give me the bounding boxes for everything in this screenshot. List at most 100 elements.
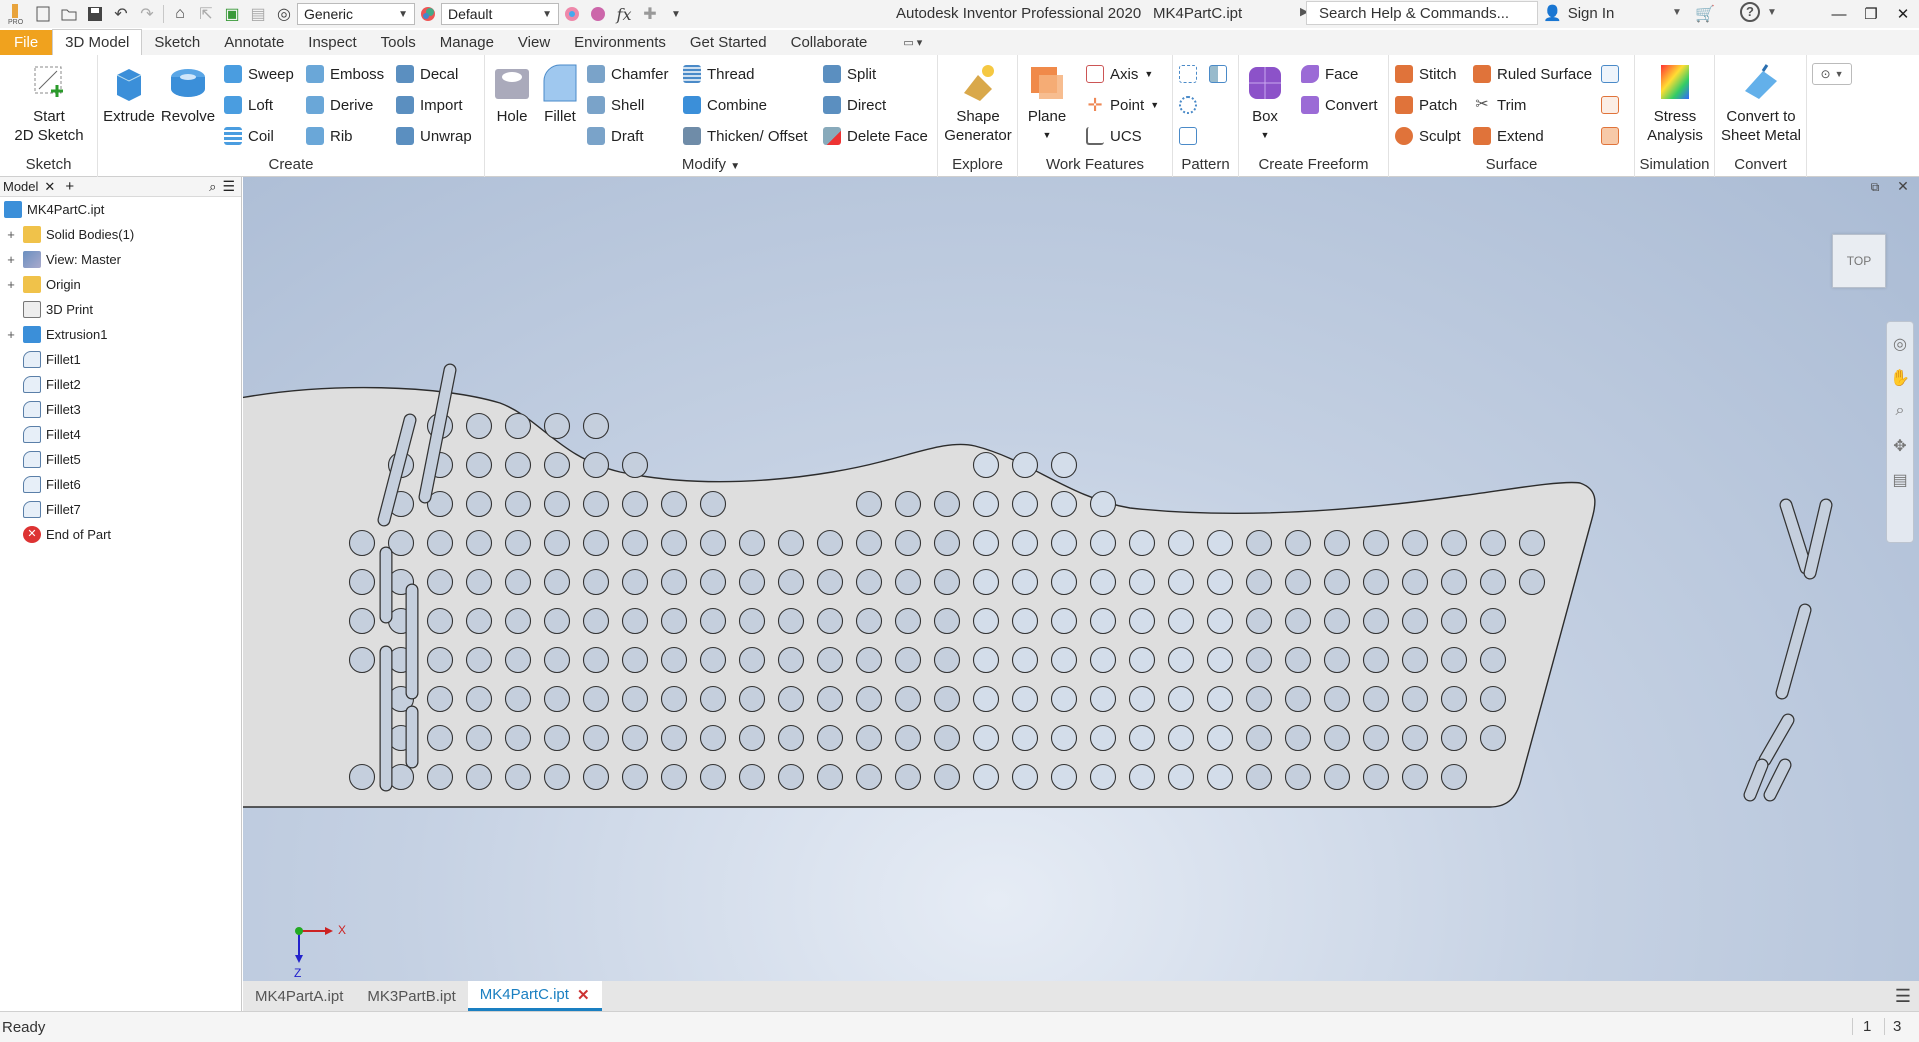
tab-collaborate[interactable]: Collaborate [779,30,880,55]
redo-icon[interactable]: ↷ [134,2,160,26]
zoom-icon[interactable]: ⌕ [1890,402,1910,422]
face-button[interactable]: Face [1301,63,1358,85]
draft-button[interactable]: Draft [587,125,644,147]
import-button[interactable]: Import [396,94,463,116]
customize-icon[interactable]: ▼ [663,2,689,26]
patch-button[interactable]: Patch [1395,94,1457,116]
decal-button[interactable]: Decal [396,63,458,85]
ruled-surface-button[interactable]: Ruled Surface [1473,63,1592,85]
stitch-button[interactable]: Stitch [1395,63,1457,85]
close-button[interactable]: ✕ [1887,0,1919,28]
update-icon[interactable]: ▣ [219,2,245,26]
part-drawing[interactable] [243,177,1919,981]
repair-bodies-button[interactable] [1601,94,1619,116]
expand-icon[interactable]: + [6,327,16,342]
viewcube[interactable]: TOP [1832,234,1886,288]
browser-item-solid-bodies-1[interactable]: + Solid Bodies(1) [0,222,241,247]
tab-environments[interactable]: Environments [562,30,678,55]
browser-item-origin[interactable]: + Origin [0,272,241,297]
ribbon-options-button[interactable]: ⊙ ▼ [1812,63,1852,85]
browser-item-mk4partc-ipt[interactable]: MK4PartC.ipt [0,197,241,222]
browser-item-fillet2[interactable]: Fillet2 [0,372,241,397]
restore-button[interactable]: ❐ [1855,0,1887,28]
start-2d-sketch-button[interactable]: Start 2D Sketch [8,61,90,145]
plane-button[interactable]: Plane ▼ [1024,61,1070,145]
sweep-button[interactable]: Sweep [224,63,294,85]
doc-tab-mk4parta[interactable]: MK4PartA.ipt [243,981,355,1011]
delete-face-button[interactable]: Delete Face [823,125,928,147]
direct-button[interactable]: Direct [823,94,886,116]
expand-icon[interactable]: + [6,227,16,242]
tab-sketch[interactable]: Sketch [142,30,212,55]
browser-item-fillet6[interactable]: Fillet6 [0,472,241,497]
tab-annotate[interactable]: Annotate [212,30,296,55]
tab-tools[interactable]: Tools [369,30,428,55]
fit-mesh-face-button[interactable] [1601,125,1619,147]
replace-face-button[interactable] [1601,63,1619,85]
browser-item-fillet4[interactable]: Fillet4 [0,422,241,447]
orbit-icon[interactable]: ✥ [1890,436,1910,456]
material-icon[interactable]: ◎ [271,2,297,26]
pan-icon[interactable]: ✋ [1890,368,1910,388]
close-icon[interactable]: ✕ [577,986,590,1004]
convert-to-sheet-metal-button[interactable]: Convert to Sheet Metal [1719,61,1803,145]
cart-icon[interactable]: 🛒 [1695,4,1715,24]
shape-generator-button[interactable]: Shape Generator [942,61,1014,145]
select-icon[interactable]: ⇱ [193,2,219,26]
fillet-button[interactable]: Fillet [537,61,583,126]
document-menu-icon[interactable]: ☰ [1895,986,1911,1007]
browser-item-end-of-part[interactable]: ✕ End of Part [0,522,241,547]
doc-tab-mk4partc[interactable]: MK4PartC.ipt ✕ [467,981,602,1011]
browser-item-fillet3[interactable]: Fillet3 [0,397,241,422]
trim-button[interactable]: ✂ Trim [1473,94,1526,116]
browser-item-extrusion1[interactable]: + Extrusion1 [0,322,241,347]
home-icon[interactable]: ⌂ [167,2,193,26]
derive-button[interactable]: Derive [306,94,373,116]
loft-button[interactable]: Loft [224,94,273,116]
tab-file[interactable]: File [0,30,53,55]
expand-icon[interactable]: + [6,252,16,267]
minimize-button[interactable]: — [1823,0,1855,28]
browser-item-fillet5[interactable]: Fillet5 [0,447,241,472]
chevron-down-icon[interactable]: ▼ [1767,7,1777,18]
help-icon[interactable]: ? [1740,2,1760,22]
style-dropdown[interactable]: Generic ▼ [297,3,415,25]
close-icon[interactable]: ✕ [44,179,55,195]
stress-analysis-button[interactable]: Stress Analysis [1639,61,1711,145]
panel-title-modify[interactable]: Modify ▼ [485,156,937,173]
revolve-button[interactable]: Revolve [160,61,216,126]
adjust-icon[interactable] [559,2,585,26]
axis-button[interactable]: Axis ▼ [1086,63,1153,85]
chevron-down-icon[interactable]: ▼ [1672,7,1682,18]
appearance-sphere-icon[interactable] [415,2,441,26]
tab-view[interactable]: View [506,30,562,55]
tab-manage[interactable]: Manage [428,30,506,55]
graphics-viewport[interactable]: ⧉ ✕ X Z [243,177,1919,981]
thicken-offset-button[interactable]: Thicken/ Offset [683,125,808,147]
plus-icon[interactable]: ✚ [637,2,663,26]
split-button[interactable]: Split [823,63,876,85]
circular-pattern-button[interactable] [1179,94,1197,116]
sculpt-button[interactable]: Sculpt [1395,125,1461,147]
measure-icon[interactable]: ▤ [245,2,271,26]
browser-item-fillet7[interactable]: Fillet7 [0,497,241,522]
mirror-button[interactable] [1209,63,1227,85]
doc-tab-mk3partb[interactable]: MK3PartB.ipt [355,981,467,1011]
tab-3d-model[interactable]: 3D Model [52,29,143,55]
viewport-layout-button[interactable]: ⧉ [1867,179,1883,195]
ribbon-display-toggle-icon[interactable]: ▭ ▾ [879,30,934,55]
ucs-button[interactable]: UCS [1086,125,1142,147]
combine-button[interactable]: Combine [683,94,767,116]
chamfer-button[interactable]: Chamfer [587,63,669,85]
rib-button[interactable]: Rib [306,125,353,147]
expand-icon[interactable]: + [6,277,16,292]
search-icon[interactable]: ⌕ [209,179,216,195]
new-file-icon[interactable] [30,2,56,26]
hole-button[interactable]: Hole [489,61,535,126]
inventor-logo-icon[interactable]: PRO [0,2,30,26]
emboss-button[interactable]: Emboss [306,63,384,85]
shell-button[interactable]: Shell [587,94,644,116]
tab-inspect[interactable]: Inspect [296,30,368,55]
browser-item-fillet1[interactable]: Fillet1 [0,347,241,372]
point-button[interactable]: ✛ Point ▼ [1086,94,1159,116]
